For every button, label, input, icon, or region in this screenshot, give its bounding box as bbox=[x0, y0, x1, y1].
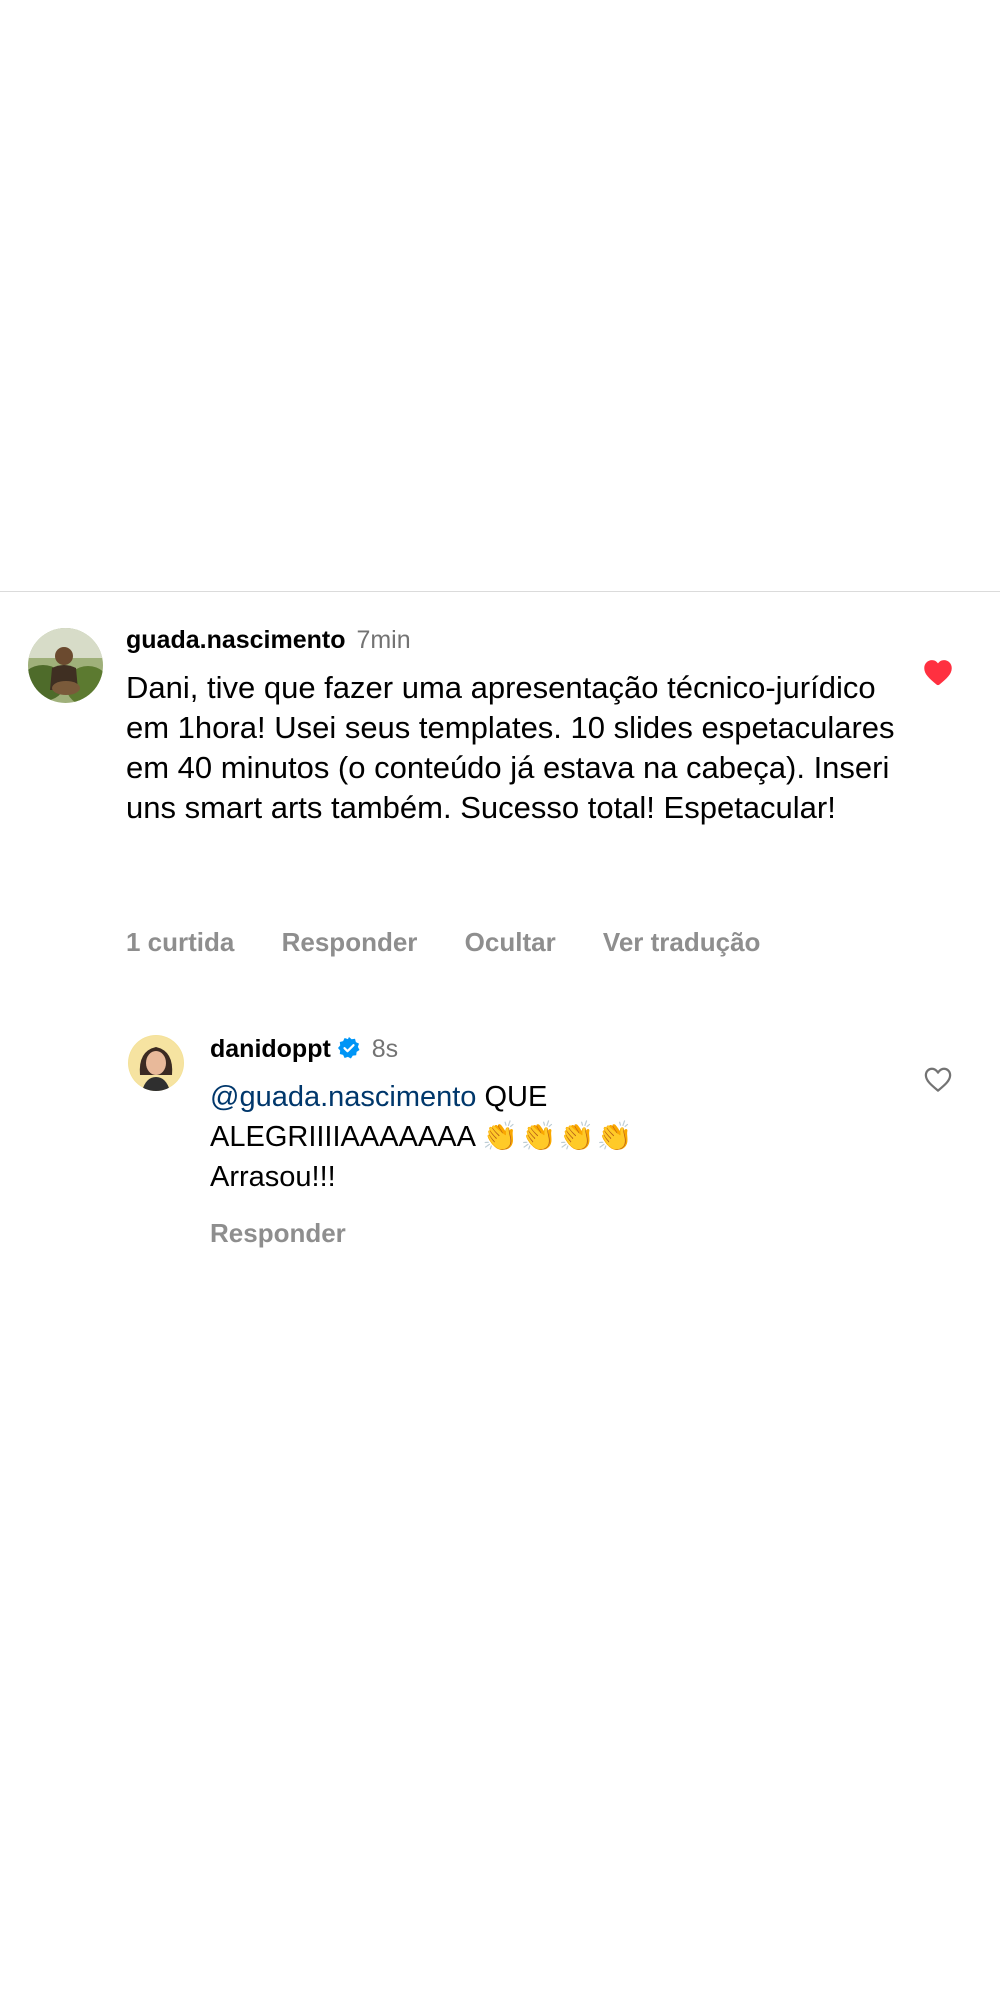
reply-button[interactable]: Responder bbox=[210, 1218, 346, 1248]
heart-outline-icon[interactable] bbox=[923, 1065, 953, 1093]
see-translation-button[interactable]: Ver tradução bbox=[603, 927, 761, 957]
reply-item: danidoppt 8s @guada.nascimento QUE ALEGR… bbox=[0, 1025, 1000, 1265]
reply-text: @guada.nascimento QUE ALEGRIIIIAAAAAAA 👏… bbox=[210, 1077, 890, 1197]
reply-text-line1: QUE bbox=[476, 1081, 548, 1113]
reply-text-line2: ALEGRIIIIAAAAAAA bbox=[210, 1121, 483, 1153]
verified-badge-icon bbox=[337, 1036, 361, 1060]
comment-text: Dani, tive que fazer uma apresentação té… bbox=[126, 670, 895, 825]
comment-meta: guada.nascimento 7min bbox=[126, 626, 411, 655]
avatar[interactable] bbox=[128, 1035, 184, 1091]
timestamp: 7min bbox=[356, 626, 411, 654]
divider bbox=[0, 591, 1000, 592]
username[interactable]: danidoppt bbox=[210, 1035, 331, 1063]
reply-text-line3: Arrasou!!! bbox=[210, 1161, 336, 1193]
reply-actions: Responder bbox=[210, 1218, 386, 1249]
heart-filled-icon[interactable] bbox=[923, 658, 953, 686]
avatar[interactable] bbox=[28, 628, 103, 703]
timestamp: 8s bbox=[371, 1035, 399, 1063]
mention-link[interactable]: @guada.nascimento bbox=[210, 1081, 476, 1113]
clapping-hands-icon: 👏👏👏👏 bbox=[482, 1121, 635, 1153]
reply-button[interactable]: Responder bbox=[282, 927, 418, 957]
comments-page: guada.nascimento 7min Dani, tive que faz… bbox=[0, 0, 1000, 2000]
reply-meta: danidoppt 8s bbox=[210, 1035, 398, 1064]
comment-actions: 1 curtida Responder Ocultar Ver tradução bbox=[126, 927, 800, 958]
likes-count-link[interactable]: 1 curtida bbox=[126, 927, 234, 957]
username[interactable]: guada.nascimento bbox=[126, 626, 346, 654]
hide-button[interactable]: Ocultar bbox=[465, 927, 556, 957]
comment-item: guada.nascimento 7min Dani, tive que faz… bbox=[0, 600, 1000, 1000]
